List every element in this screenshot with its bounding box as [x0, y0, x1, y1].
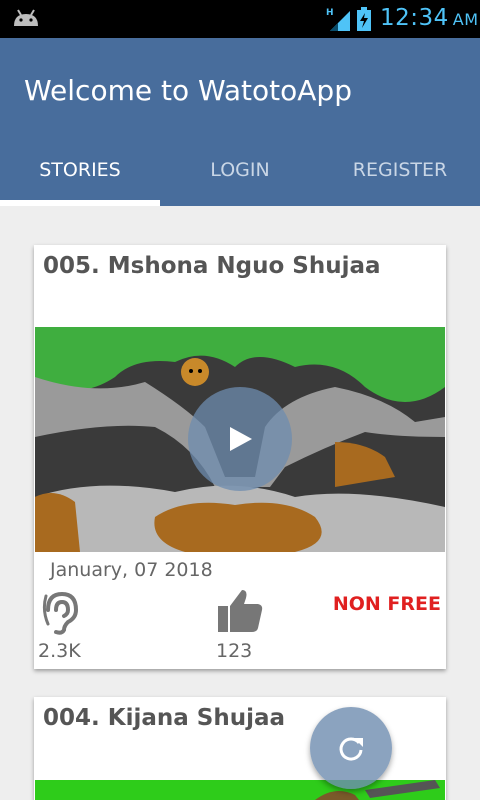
story-date: January, 07 2018: [50, 559, 213, 581]
android-icon: [14, 9, 38, 26]
status-bar: H 12:34 AM: [0, 0, 480, 38]
network-type: H: [326, 8, 334, 18]
refresh-icon: [339, 737, 363, 761]
tab-bar: STORIES LOGIN REGISTER: [0, 149, 480, 206]
stories-list[interactable]: 005. Mshona Nguo Shujaa January, 07 2018…: [0, 206, 480, 800]
listen-count: 2.3K: [38, 640, 81, 662]
play-icon: [230, 427, 252, 451]
like-count: 123: [216, 640, 253, 662]
clock-ampm: AM: [452, 10, 479, 29]
story-title: 004. Kijana Shujaa: [43, 705, 286, 731]
tab-register[interactable]: REGISTER: [320, 149, 480, 206]
tab-login[interactable]: LOGIN: [160, 149, 320, 206]
story-card[interactable]: 005. Mshona Nguo Shujaa January, 07 2018…: [34, 245, 446, 669]
story-thumbnail[interactable]: [35, 327, 445, 552]
tab-stories[interactable]: STORIES: [0, 149, 160, 206]
play-button[interactable]: [188, 387, 292, 491]
clock: 12:34 AM: [380, 5, 479, 31]
price-label: NON FREE: [332, 593, 441, 615]
cartoon-scene-image: [35, 780, 445, 800]
app-bar: Welcome to WatotoApp STORIES LOGIN REGIS…: [0, 38, 480, 206]
clock-time: 12:34: [380, 5, 449, 31]
signal-icon: H: [326, 8, 350, 31]
battery-icon: [357, 7, 371, 31]
app-title: Welcome to WatotoApp: [24, 74, 352, 107]
hearing-icon[interactable]: [42, 590, 82, 636]
story-title: 005. Mshona Nguo Shujaa: [43, 253, 381, 279]
story-thumbnail[interactable]: [35, 780, 445, 800]
refresh-button[interactable]: [310, 707, 392, 789]
thumb-up-icon[interactable]: [216, 588, 264, 634]
